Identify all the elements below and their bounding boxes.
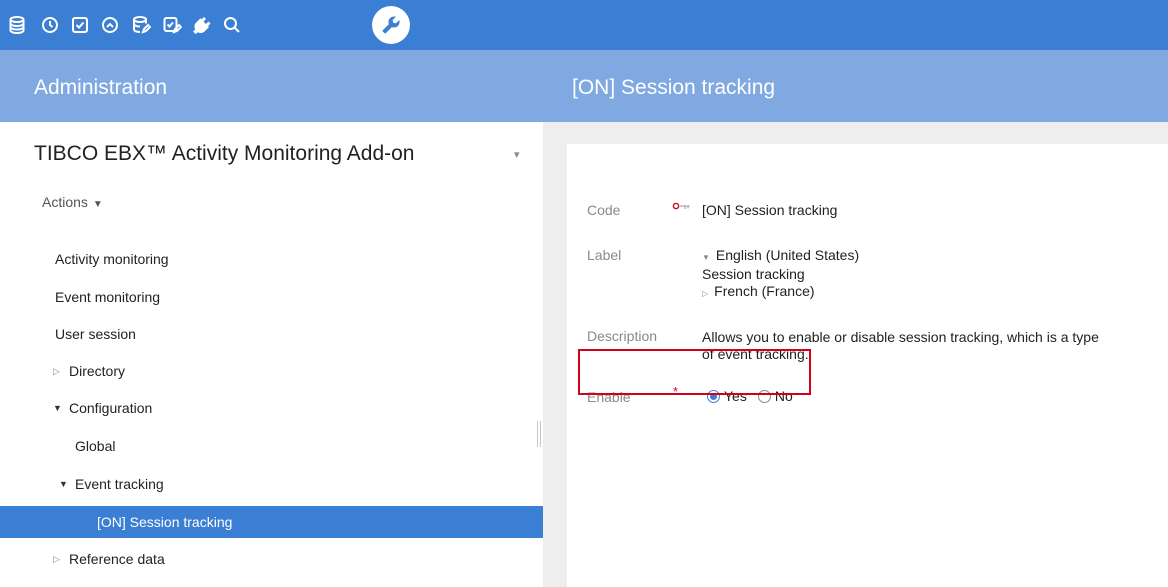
sidebar-item-event-tracking[interactable]: ▼ Event tracking — [0, 469, 543, 499]
clock-icon[interactable] — [37, 12, 63, 38]
description-label: Description — [587, 328, 658, 344]
sidebar-item-global[interactable]: Global — [0, 431, 543, 461]
database-icon[interactable] — [4, 12, 30, 38]
sidebar-item-user-session[interactable]: User session — [0, 319, 543, 349]
collapse-arrow-icon[interactable]: ▼ — [702, 253, 710, 262]
top-toolbar — [0, 0, 1168, 50]
primary-key-icon — [672, 202, 690, 210]
collapse-arrow-icon[interactable]: ▼ — [53, 403, 69, 413]
record-title: [ON] Session tracking — [572, 76, 776, 99]
plug-icon[interactable] — [189, 12, 215, 38]
expand-arrow-icon[interactable]: ▷ — [53, 554, 69, 565]
sidebar-item-directory[interactable]: ▷ Directory — [0, 356, 543, 386]
checkbox-icon[interactable] — [67, 12, 93, 38]
sidebar-item-event-monitoring[interactable]: Event monitoring — [0, 282, 543, 312]
title-bar: Administration [ON] Session tracking — [0, 50, 1168, 122]
highlight-annotation — [578, 349, 811, 395]
sidebar-item-session-tracking[interactable]: [ON] Session tracking — [0, 506, 543, 538]
navigation-panel: TIBCO EBX™ Activity Monitoring Add-on ▾ … — [0, 122, 543, 587]
label-label: Label — [587, 247, 622, 263]
caret-down-icon: ▼ — [92, 199, 103, 210]
wrench-icon[interactable] — [372, 6, 410, 44]
language-english[interactable]: ▼ English (United States) — [702, 247, 859, 266]
expand-arrow-icon[interactable]: ▷ — [53, 366, 69, 377]
sidebar-item-activity-monitoring[interactable]: Activity monitoring — [0, 244, 543, 274]
collapse-arrow-icon[interactable]: ▼ — [59, 479, 75, 489]
dashboard-icon[interactable] — [97, 12, 123, 38]
language-french[interactable]: ▷ French (France) — [702, 283, 859, 302]
actions-menu[interactable]: Actions ▼ — [42, 194, 103, 210]
english-label-value: Session tracking — [702, 266, 805, 282]
panel-splitter-handle[interactable] — [537, 421, 541, 447]
app-title: TIBCO EBX™ Activity Monitoring Add-on — [34, 142, 415, 165]
page-title: Administration — [34, 76, 168, 99]
expand-arrow-icon[interactable]: ▷ — [702, 289, 708, 298]
code-value: [ON] Session tracking — [702, 202, 838, 218]
sidebar-item-reference-data[interactable]: ▷ Reference data — [0, 544, 543, 574]
checklist-edit-icon[interactable] — [159, 12, 185, 38]
code-label: Code — [587, 202, 621, 218]
database-edit-icon[interactable] — [128, 12, 154, 38]
label-value: ▼ English (United States) Session trackin… — [702, 247, 859, 302]
sidebar-item-configuration[interactable]: ▼ Configuration — [0, 393, 543, 423]
actions-label: Actions — [42, 194, 88, 210]
search-icon[interactable] — [219, 12, 245, 38]
chevron-down-icon[interactable]: ▾ — [514, 148, 520, 161]
